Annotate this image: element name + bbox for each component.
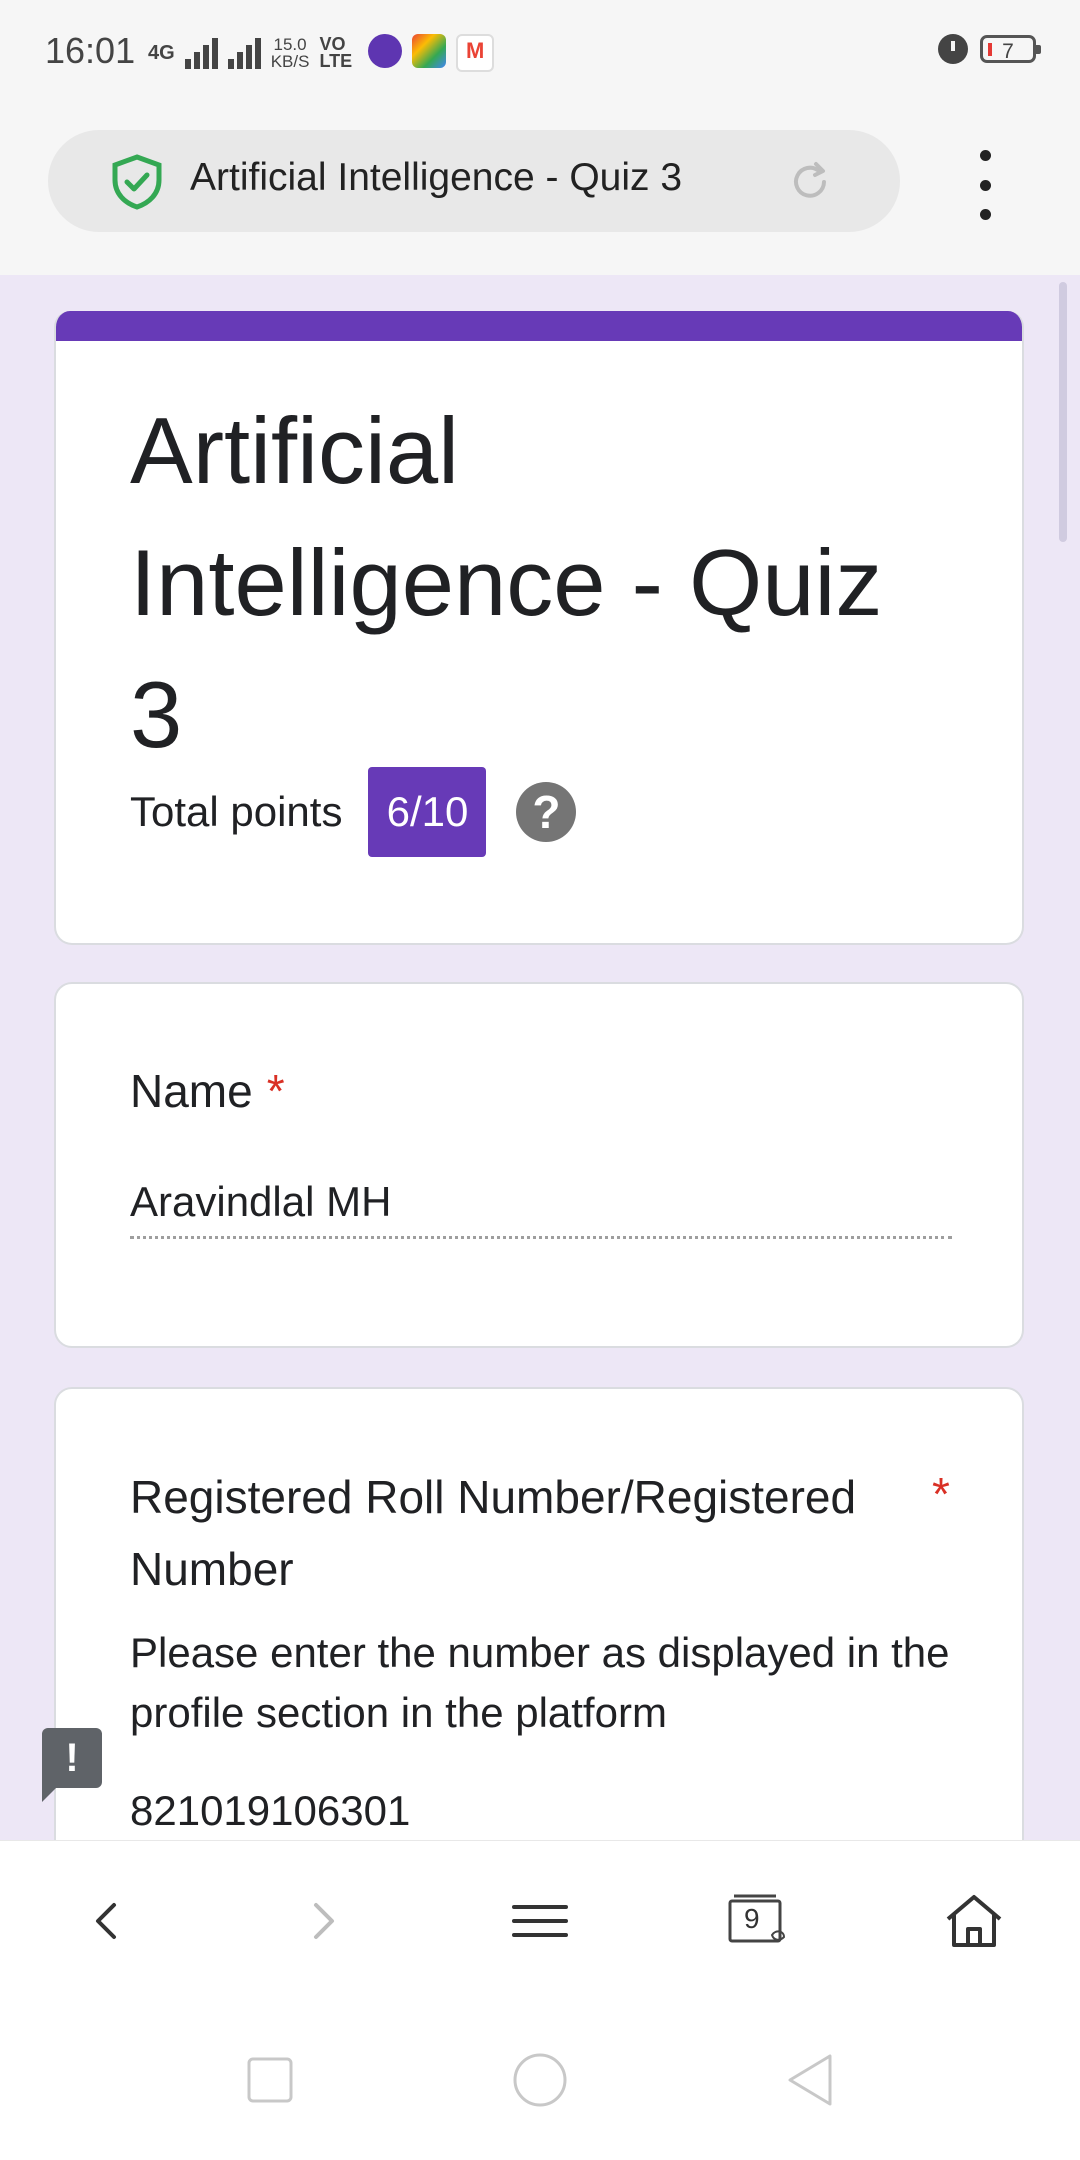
back-arrow-icon[interactable] [76, 1889, 140, 1953]
required-mark: * [932, 1468, 950, 1520]
data-speed: 15.0 KB/S [270, 35, 310, 71]
tabs-count: 9 [744, 1903, 760, 1934]
gmail-app-icon: M [456, 34, 495, 72]
home-circle-icon[interactable] [510, 2050, 570, 2110]
question-label: Name * [130, 1065, 285, 1117]
signal-bars-icon [184, 37, 218, 69]
page-url-title: Artificial Intelligence - Quiz 3 [190, 156, 683, 199]
report-feedback-button[interactable]: ! [42, 1728, 102, 1802]
form-content[interactable]: Artificial Intelligence - Quiz 3 Total p… [0, 275, 1080, 1840]
more-vert-icon[interactable] [960, 150, 1010, 220]
mail-app-icon [368, 34, 403, 68]
scrollbar[interactable] [1059, 282, 1067, 542]
question-card-roll-number: Registered Roll Number/Registered Number… [54, 1387, 1024, 1840]
form-title: Artificial Intelligence - Quiz 3 [130, 398, 883, 767]
answer-underline [130, 1236, 952, 1239]
forward-arrow-icon[interactable] [290, 1889, 354, 1953]
puzzle-app-icon [412, 34, 447, 68]
question-label: Registered Roll Number/Registered Number [130, 1471, 857, 1595]
menu-lines-icon[interactable] [508, 1889, 572, 1953]
tabs-icon[interactable]: 9 [724, 1889, 788, 1953]
help-icon[interactable]: ? [516, 782, 577, 842]
network-type: 4G [148, 41, 175, 64]
roll-number-answer: 821019106301 [130, 1787, 411, 1834]
home-icon[interactable] [942, 1889, 1006, 1953]
status-bar: 16:01 4G 15.0 KB/S VO LTE M 7 [0, 0, 1080, 110]
network-indicators: 4G 15.0 KB/S VO LTE M [148, 34, 495, 72]
browser-toolbar: Artificial Intelligence - Quiz 3 [0, 110, 1080, 275]
question-card-name: Name * Aravindlal MH [54, 982, 1024, 1348]
address-bar[interactable]: Artificial Intelligence - Quiz 3 [48, 130, 900, 232]
total-points-label: Total points [130, 788, 343, 835]
name-answer: Aravindlal MH [130, 1178, 392, 1225]
battery-level: 7 [1002, 40, 1014, 63]
total-points-row: Total points 6/10 ? [130, 767, 577, 857]
score-badge: 6/10 [368, 767, 487, 857]
recents-square-icon[interactable] [240, 2050, 300, 2110]
status-right: 7 [938, 34, 1041, 64]
notification-icons: M [368, 34, 495, 72]
back-triangle-icon[interactable] [780, 2050, 840, 2110]
volte-indicator: VO LTE [319, 34, 353, 71]
form-header-card: Artificial Intelligence - Quiz 3 Total p… [54, 311, 1024, 945]
shield-check-icon [112, 154, 162, 210]
required-mark: * [266, 1065, 285, 1117]
browser-bottom-nav: 9 [0, 1840, 1080, 2001]
system-navigation-bar [0, 2000, 1080, 2160]
question-description: Please enter the number as displayed in … [130, 1629, 950, 1736]
battery-icon: 7 [980, 35, 1041, 63]
signal-bars-icon-2 [227, 37, 261, 69]
status-time: 16:01 [45, 30, 136, 71]
reload-icon[interactable] [786, 158, 834, 206]
alarm-icon [938, 34, 968, 64]
accent-strip [56, 311, 1022, 341]
